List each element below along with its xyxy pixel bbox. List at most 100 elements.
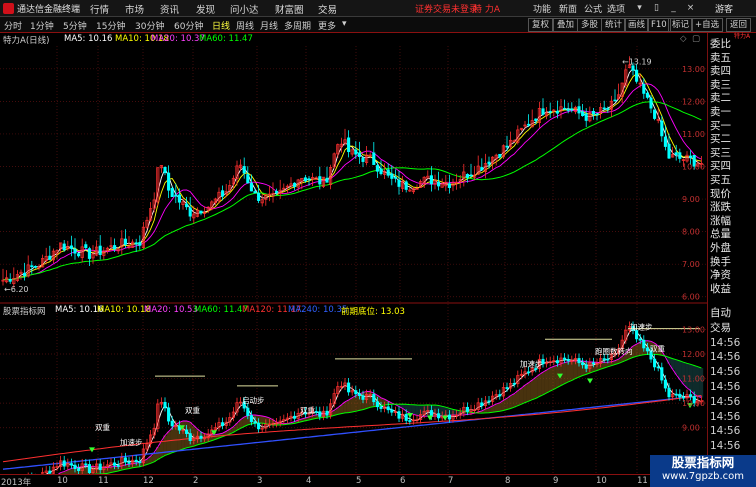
ind-candle-body	[163, 401, 167, 409]
ind-candle-body	[674, 393, 678, 396]
ind-ma20: MA20: 10.53	[144, 305, 198, 315]
ind-candle-body	[361, 395, 365, 400]
ind-candle-body	[663, 379, 667, 389]
ind-candle-body	[314, 411, 318, 413]
candle-body	[591, 111, 595, 115]
ind-ma60: MA60: 11.47	[194, 305, 248, 315]
ind-ma240: MA240: 10.35	[288, 305, 348, 315]
price-tick: 7.00	[682, 260, 700, 269]
price-tick: 13.00	[682, 65, 705, 74]
candle-body	[48, 255, 52, 260]
ind-candle-body	[512, 383, 516, 385]
ind-candle-body	[375, 401, 379, 408]
candle-body	[123, 238, 127, 245]
candle-body	[372, 152, 376, 165]
date-label: 3	[257, 476, 263, 486]
candle-body	[404, 181, 408, 190]
candle-body	[555, 110, 559, 114]
ind-candle-body	[667, 387, 671, 398]
price-tick: 8.00	[682, 228, 700, 237]
tool-fanhui[interactable]: 返回	[726, 18, 752, 32]
ind-candle-body	[408, 420, 412, 422]
watermark-title: 股票指标网	[671, 455, 735, 470]
date-label: 2013年	[1, 478, 32, 487]
ind-candle-body	[566, 359, 570, 362]
candle-body	[437, 181, 441, 187]
sidebar-time: 14:56	[710, 395, 741, 408]
date-label: 8	[505, 476, 511, 486]
panel-settings-icon[interactable]: ◇	[680, 34, 687, 44]
ind-candle-body	[584, 364, 588, 369]
legend-ma20: MA20: 10.37	[151, 34, 205, 44]
sidebar-item: 收益	[710, 282, 731, 295]
candle-body	[429, 175, 433, 185]
quote-sidebar: 特力A 委比 卖五 卖四 卖三 卖二 卖一 买一 买二 买三 买四 买五 现价 涨跌 涨幅 总量 外盘 换手 净资收…	[707, 33, 756, 487]
date-label: 7	[448, 476, 454, 486]
panel-maximize-icon[interactable]: ▢	[692, 34, 700, 44]
ind-candle-body	[347, 382, 351, 393]
ind-candle-body	[581, 362, 585, 366]
date-label: 4	[306, 476, 312, 486]
candle-body	[174, 194, 178, 197]
date-label: 5	[356, 476, 362, 486]
candle-body	[98, 245, 102, 255]
ind-candle-body	[606, 358, 610, 361]
candle-body	[318, 176, 322, 185]
candle-body	[33, 265, 37, 268]
ind-candle-body	[397, 411, 401, 419]
signal-annotation: 跑圈数转向	[595, 346, 633, 356]
ind-candle-body	[84, 463, 88, 466]
buy-arrow	[427, 415, 433, 421]
candle-body	[541, 108, 545, 115]
date-label: 10	[57, 476, 68, 486]
candle-body	[642, 84, 646, 94]
ind-candle-body	[681, 396, 685, 399]
sidebar-time: 交易	[710, 321, 731, 334]
candle-body	[505, 145, 509, 148]
ind-candle-body	[221, 422, 225, 426]
ind-candle-body	[534, 368, 538, 370]
low-price-label: ←6.20	[4, 285, 29, 294]
date-label: 11	[637, 476, 648, 486]
candle-body	[113, 245, 117, 250]
signal-annotation: 双重	[650, 345, 665, 354]
guest-label[interactable]: 游客	[715, 2, 733, 15]
ind-candle-body	[98, 463, 102, 471]
candle-body	[674, 152, 678, 156]
legend-stock-name: 特力A(日线)	[3, 36, 50, 46]
candle-body	[595, 113, 599, 116]
candle-body	[253, 191, 257, 194]
ind-candle-body	[357, 393, 361, 397]
watermark-url: www.7gpzb.com	[662, 471, 744, 482]
candle-body	[635, 69, 639, 82]
candle-body	[361, 157, 365, 162]
candle-body	[30, 265, 34, 268]
ind-candle-body	[318, 411, 322, 417]
price-tick: 6.00	[682, 293, 700, 302]
legend-ma60: MA60: 11.47	[199, 34, 253, 44]
candle-body	[606, 108, 610, 110]
candle-body	[613, 99, 617, 102]
candle-body	[199, 210, 203, 214]
sidebar-time: 14:56	[710, 440, 741, 453]
candle-body	[62, 243, 66, 251]
ind-candle-body	[660, 367, 664, 381]
kline-chart[interactable]: 加速步双重双重启动步加速步跑圈数转向双重加速步双重 13.0012.0011.0…	[0, 0, 707, 487]
candle-body	[87, 248, 91, 259]
main-candles	[1, 56, 703, 288]
candle-body	[69, 245, 73, 249]
ind-candle-body	[404, 413, 408, 421]
buy-arrow	[407, 412, 413, 418]
candle-body	[73, 248, 77, 254]
candle-body	[275, 190, 279, 194]
sidebar-time: 14:56	[710, 410, 741, 423]
candle-body	[134, 242, 138, 245]
ind-candle-body	[638, 338, 642, 341]
candle-body	[527, 123, 531, 126]
ind-candle-body	[487, 400, 491, 403]
candle-body	[167, 172, 171, 191]
candle-body	[645, 92, 649, 98]
ind-candle-body	[678, 393, 682, 398]
indicator-legend: 股票指标网 MA5: 10.16 MA10: 10.18 MA20: 10.53…	[0, 304, 707, 317]
candle-body	[386, 169, 390, 176]
